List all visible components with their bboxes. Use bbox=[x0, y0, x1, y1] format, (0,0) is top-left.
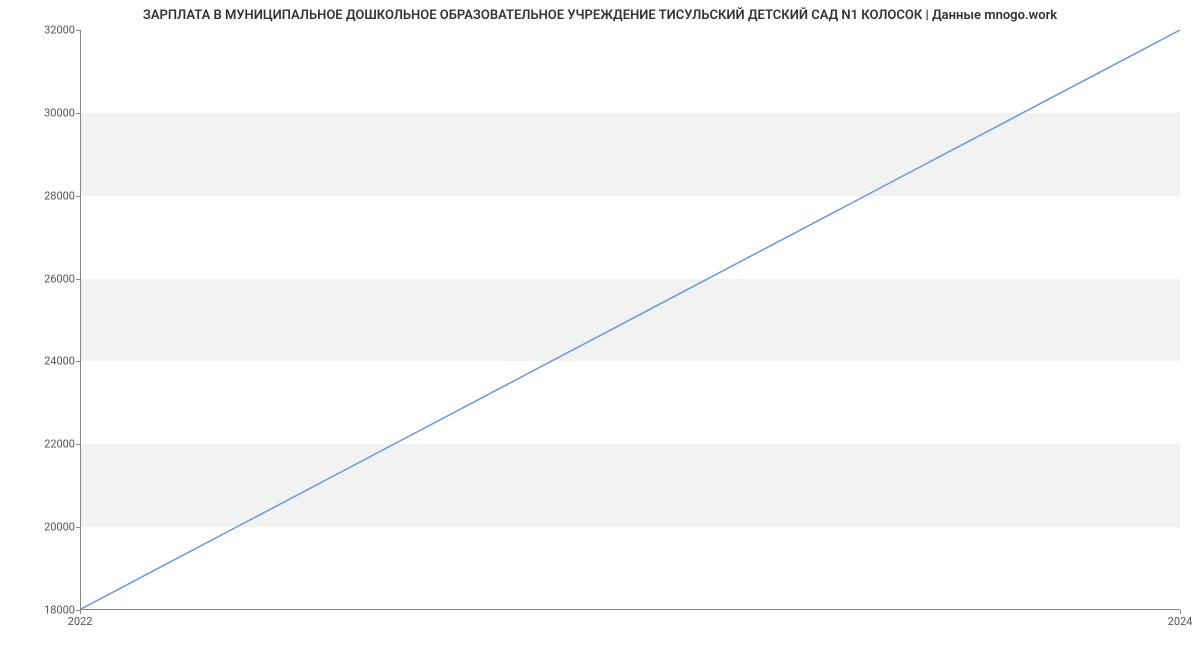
y-tick-label: 20000 bbox=[44, 521, 75, 534]
y-tick-mark bbox=[76, 196, 80, 197]
y-tick-label: 32000 bbox=[44, 24, 75, 37]
y-tick-mark bbox=[76, 361, 80, 362]
y-tick-label: 22000 bbox=[44, 438, 75, 451]
chart-title: ЗАРПЛАТА В МУНИЦИПАЛЬНОЕ ДОШКОЛЬНОЕ ОБРА… bbox=[0, 8, 1200, 23]
line-svg bbox=[81, 30, 1180, 609]
y-tick-label: 26000 bbox=[44, 272, 75, 285]
x-tick-label: 2024 bbox=[1168, 615, 1193, 628]
y-tick-mark bbox=[76, 30, 80, 31]
y-tick-mark bbox=[76, 444, 80, 445]
y-tick-mark bbox=[76, 279, 80, 280]
x-tick-mark bbox=[80, 610, 81, 614]
plot-area bbox=[80, 30, 1180, 610]
y-tick-label: 30000 bbox=[44, 106, 75, 119]
y-tick-label: 24000 bbox=[44, 355, 75, 368]
y-tick-mark bbox=[76, 527, 80, 528]
data-line bbox=[81, 30, 1180, 609]
chart-container: ЗАРПЛАТА В МУНИЦИПАЛЬНОЕ ДОШКОЛЬНОЕ ОБРА… bbox=[0, 0, 1200, 650]
x-tick-mark bbox=[1180, 610, 1181, 614]
y-tick-mark bbox=[76, 113, 80, 114]
y-tick-label: 28000 bbox=[44, 189, 75, 202]
x-tick-label: 2022 bbox=[68, 615, 93, 628]
